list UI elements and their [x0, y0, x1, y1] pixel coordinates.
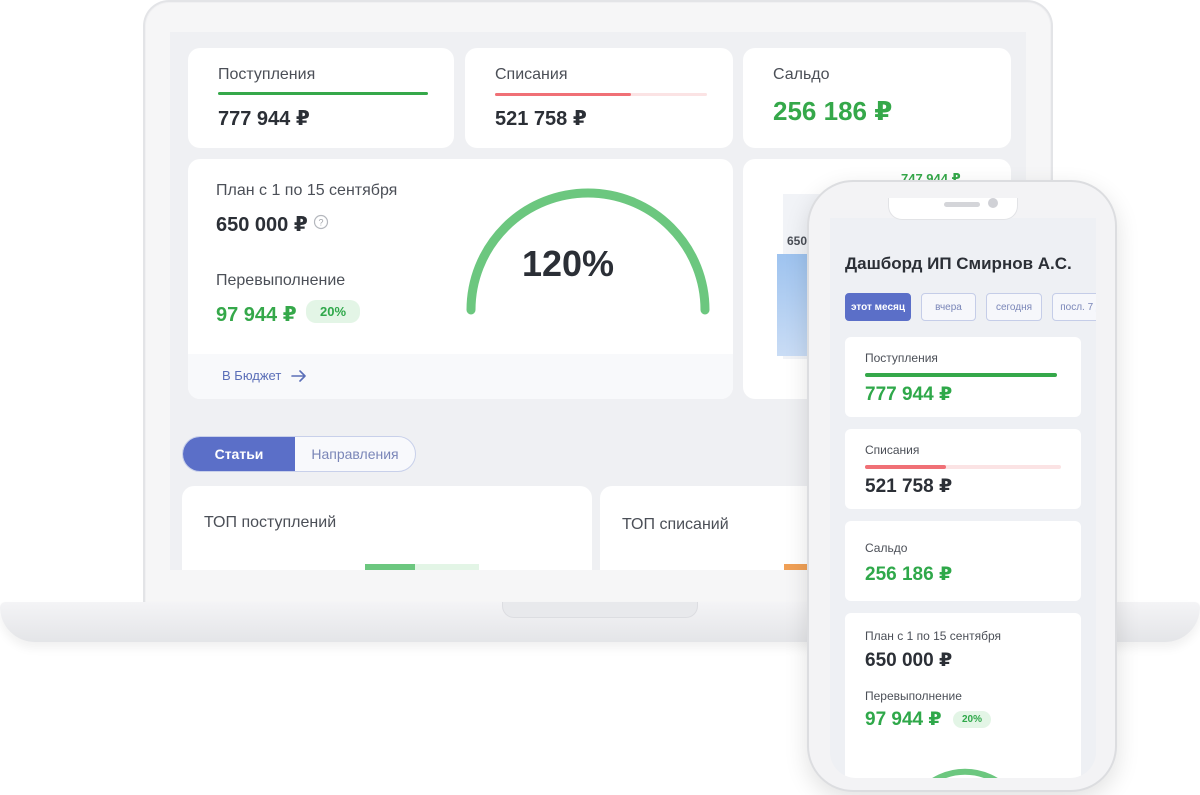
phone-income-value: 777 944 ₽ — [865, 384, 953, 405]
phone-plan-value: 650 000 ₽ — [865, 650, 953, 671]
phone-expense-value: 521 758 ₽ — [865, 476, 953, 497]
phone-expense-card[interactable]: Списания 521 758 ₽ — [845, 429, 1081, 509]
gauge-percent: 120% — [521, 243, 615, 284]
phone-income-label: Поступления — [865, 351, 938, 365]
phone-balance-label: Сальдо — [865, 541, 908, 555]
expense-card[interactable]: Списания 521 758 ₽ — [465, 48, 733, 148]
tab-this-month[interactable]: этот месяц — [845, 293, 911, 321]
tab-articles[interactable]: Статьи — [183, 437, 295, 471]
top-income-card: ТОП поступлений — [182, 486, 592, 570]
phone-income-card[interactable]: Поступления 777 944 ₽ — [845, 337, 1081, 417]
top-income-bar-fill — [365, 564, 415, 570]
phone-income-bar — [865, 373, 1057, 377]
overfulfillment-percent-badge: 20% — [306, 300, 361, 323]
phone-balance-value: 256 186 ₽ — [865, 564, 953, 585]
plan-label: План с 1 по 15 сентября — [216, 182, 398, 199]
tab-directions[interactable]: Направления — [295, 437, 415, 471]
income-label: Поступления — [218, 66, 316, 83]
phone-expense-bar-fill — [865, 465, 946, 469]
tab-last-7-days[interactable]: посл. 7 д — [1052, 293, 1096, 321]
balance-card[interactable]: Сальдо 256 186 ₽ — [743, 48, 1011, 148]
budget-link[interactable]: В Бюджет — [222, 368, 307, 383]
arrow-right-icon — [291, 369, 307, 382]
top-income-title: ТОП поступлений — [204, 514, 337, 531]
plan-value: 650 000 ₽ — [216, 214, 308, 236]
svg-text:?: ? — [318, 218, 323, 228]
phone-plan-label: План с 1 по 15 сентября — [865, 629, 1001, 643]
phone-camera — [988, 198, 998, 208]
income-bar — [218, 92, 428, 95]
phone-screen: Дашборд ИП Смирнов А.С. этот месяц вчера… — [830, 218, 1096, 778]
phone-balance-card[interactable]: Сальдо 256 186 ₽ — [845, 521, 1081, 601]
tab-today[interactable]: сегодня — [986, 293, 1042, 321]
overfulfillment-value: 97 944 ₽ — [216, 304, 297, 326]
balance-label: Сальдо — [773, 66, 830, 83]
top-expense-title: ТОП списаний — [622, 516, 729, 533]
expense-label: Списания — [495, 66, 568, 83]
phone-speaker — [944, 202, 980, 207]
chart-side-value: 650 — [787, 234, 808, 248]
income-card[interactable]: Поступления 777 944 ₽ — [188, 48, 454, 148]
phone-page-title: Дашборд ИП Смирнов А.С. — [845, 254, 1072, 273]
tab-yesterday[interactable]: вчера — [921, 293, 976, 321]
income-value: 777 944 ₽ — [218, 108, 310, 130]
overfulfillment-label: Перевыполнение — [216, 272, 346, 289]
phone-period-tabs: этот месяц вчера сегодня посл. 7 д — [845, 293, 1096, 321]
plan-card: План с 1 по 15 сентября 650 000 ₽ ? Пере… — [188, 159, 733, 399]
laptop-notch — [502, 602, 698, 618]
balance-value: 256 186 ₽ — [773, 96, 893, 126]
phone-overfulfillment-label: Перевыполнение — [865, 689, 962, 703]
phone-overfulfillment-value: 97 944 ₽ — [865, 709, 942, 730]
question-circle-icon[interactable]: ? — [313, 214, 329, 230]
phone-plan-card: План с 1 по 15 сентября 650 000 ₽ Перевы… — [845, 613, 1081, 778]
phone-overfulfillment-percent-badge: 20% — [953, 711, 992, 728]
phone-plan-gauge — [932, 768, 998, 778]
budget-link-label: В Бюджет — [222, 368, 282, 383]
expense-value: 521 758 ₽ — [495, 108, 587, 130]
expense-bar-fill — [495, 93, 631, 96]
phone-expense-label: Списания — [865, 443, 920, 457]
top-mode-tabs: Статьи Направления — [182, 436, 416, 472]
